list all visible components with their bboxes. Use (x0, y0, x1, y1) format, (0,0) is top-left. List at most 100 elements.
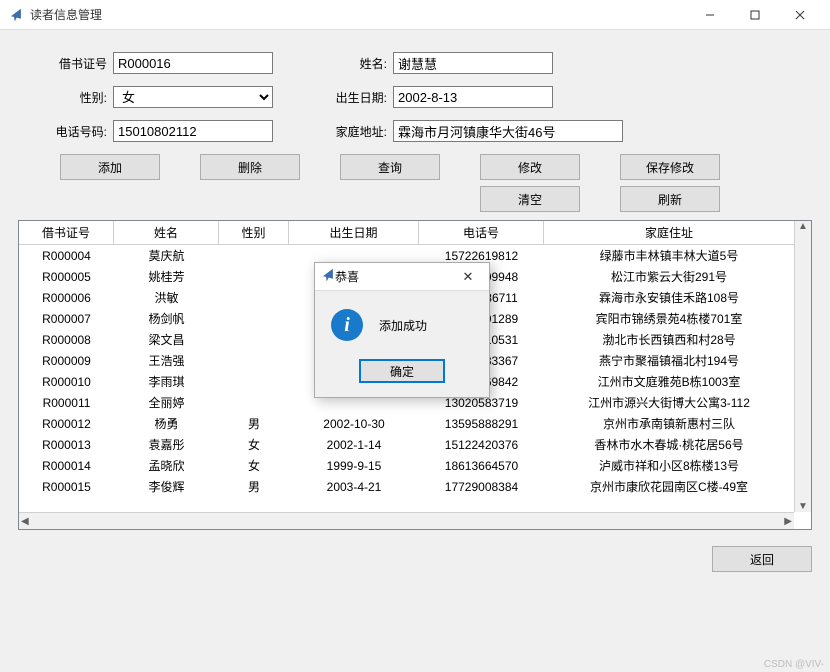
addr-label: 家庭地址: (323, 123, 393, 140)
table-cell: R000005 (19, 270, 114, 284)
th-addr[interactable]: 家庭住址 (544, 221, 794, 244)
table-cell: 香林市水木春城·桃花居56号 (544, 436, 794, 453)
table-cell: 13595888291 (419, 417, 544, 431)
table-cell: 宾阳市锦绣景苑4栋楼701室 (544, 310, 794, 327)
table-cell: 渤北市长西镇西和村28号 (544, 331, 794, 348)
dialog-message: 添加成功 (379, 317, 427, 334)
info-icon: i (331, 309, 363, 341)
table-cell: 李雨琪 (114, 373, 219, 390)
query-button[interactable]: 查询 (340, 154, 440, 180)
table-cell: 1999-9-15 (289, 459, 419, 473)
window-title: 读者信息管理 (30, 6, 687, 23)
table-cell: R000010 (19, 375, 114, 389)
table-cell: R000006 (19, 291, 114, 305)
scroll-down-icon[interactable]: ▼ (798, 501, 808, 512)
gender-label: 性别: (18, 89, 113, 106)
table-cell: R000015 (19, 480, 114, 494)
table-cell: 绿藤市丰林镇丰林大道5号 (544, 247, 794, 264)
scroll-left-icon[interactable]: ◀ (21, 516, 29, 527)
success-dialog: 恭喜 ✕ i 添加成功 确定 (314, 262, 490, 398)
name-label: 姓名: (323, 55, 393, 72)
table-cell: 男 (219, 478, 289, 495)
table-cell: 全丽婷 (114, 394, 219, 411)
table-cell: R000012 (19, 417, 114, 431)
save-button[interactable]: 保存修改 (620, 154, 720, 180)
table-cell: 15122420376 (419, 438, 544, 452)
window-controls (687, 0, 822, 30)
horizontal-scrollbar[interactable]: ◀ ▶ (19, 512, 794, 529)
scroll-up-icon[interactable]: ▲ (798, 221, 808, 232)
th-gender[interactable]: 性别 (219, 221, 289, 244)
table-cell: 2003-4-21 (289, 480, 419, 494)
name-input[interactable] (393, 52, 553, 74)
table-row[interactable]: R000012杨勇男2002-10-3013595888291京州市承南镇新惠村… (19, 413, 811, 434)
watermark: CSDN @VIV- (764, 659, 824, 670)
table-cell: 燕宁市聚福镇福北村194号 (544, 352, 794, 369)
modify-button[interactable]: 修改 (480, 154, 580, 180)
table-cell: 洪敏 (114, 289, 219, 306)
minimize-button[interactable] (687, 0, 732, 30)
table-cell: 梁文昌 (114, 331, 219, 348)
table-cell: 杨勇 (114, 415, 219, 432)
table-cell: 2002-1-14 (289, 438, 419, 452)
card-input[interactable] (113, 52, 273, 74)
gender-select[interactable]: 女 (113, 86, 273, 108)
table-cell: R000008 (19, 333, 114, 347)
th-birth[interactable]: 出生日期 (289, 221, 419, 244)
table-cell: 江州市源兴大街博大公寓3-112 (544, 394, 794, 411)
table-cell: R000009 (19, 354, 114, 368)
table-row[interactable]: R000015李俊辉男2003-4-2117729008384京州市康欣花园南区… (19, 476, 811, 497)
vertical-scrollbar[interactable]: ▲ ▼ (794, 221, 811, 512)
table-cell: 莫庆航 (114, 247, 219, 264)
table-cell: 17729008384 (419, 480, 544, 494)
th-card[interactable]: 借书证号 (19, 221, 114, 244)
table-cell: 松江市紫云大街291号 (544, 268, 794, 285)
clear-button[interactable]: 清空 (480, 186, 580, 212)
table-cell: R000007 (19, 312, 114, 326)
table-cell: 泸威市祥和小区8栋楼13号 (544, 457, 794, 474)
refresh-button[interactable]: 刷新 (620, 186, 720, 212)
table-cell: 霖海市永安镇佳禾路108号 (544, 289, 794, 306)
close-button[interactable] (777, 0, 822, 30)
table-cell: 15722619812 (419, 249, 544, 263)
dialog-close-button[interactable]: ✕ (453, 269, 483, 285)
birth-label: 出生日期: (323, 89, 393, 106)
table-cell: 2002-10-30 (289, 417, 419, 431)
delete-button[interactable]: 删除 (200, 154, 300, 180)
table-cell: 杨剑帆 (114, 310, 219, 327)
add-button[interactable]: 添加 (60, 154, 160, 180)
dialog-ok-button[interactable]: 确定 (359, 359, 445, 383)
table-cell: 女 (219, 436, 289, 453)
card-label: 借书证号 (18, 55, 113, 72)
th-phone[interactable]: 电话号 (419, 221, 544, 244)
th-name[interactable]: 姓名 (114, 221, 219, 244)
table-row[interactable]: R000014孟晓欣女1999-9-1518613664570泸威市祥和小区8栋… (19, 455, 811, 476)
table-cell: 江州市文庭雅苑B栋1003室 (544, 373, 794, 390)
phone-label: 电话号码: (18, 123, 113, 140)
dialog-title: 恭喜 (335, 268, 453, 285)
table-cell: 袁嘉彤 (114, 436, 219, 453)
table-cell: 李俊辉 (114, 478, 219, 495)
table-cell: 男 (219, 415, 289, 432)
table-cell: R000014 (19, 459, 114, 473)
table-cell: 姚桂芳 (114, 268, 219, 285)
scroll-right-icon[interactable]: ▶ (784, 516, 792, 527)
addr-input[interactable] (393, 120, 623, 142)
table-cell: R000004 (19, 249, 114, 263)
table-cell: 王浩强 (114, 352, 219, 369)
phone-input[interactable] (113, 120, 273, 142)
app-icon (8, 7, 24, 23)
dialog-app-icon (321, 268, 335, 285)
table-cell: 孟晓欣 (114, 457, 219, 474)
table-cell: R000013 (19, 438, 114, 452)
table-cell: 女 (219, 457, 289, 474)
table-row[interactable]: R000013袁嘉彤女2002-1-1415122420376香林市水木春城·桃… (19, 434, 811, 455)
table-cell: 18613664570 (419, 459, 544, 473)
back-button[interactable]: 返回 (712, 546, 812, 572)
table-cell: 京州市承南镇新惠村三队 (544, 415, 794, 432)
maximize-button[interactable] (732, 0, 777, 30)
title-bar: 读者信息管理 (0, 0, 830, 30)
table-header: 借书证号 姓名 性别 出生日期 电话号 家庭住址 (19, 221, 811, 245)
table-cell: 京州市康欣花园南区C楼-49室 (544, 478, 794, 495)
birth-input[interactable] (393, 86, 553, 108)
